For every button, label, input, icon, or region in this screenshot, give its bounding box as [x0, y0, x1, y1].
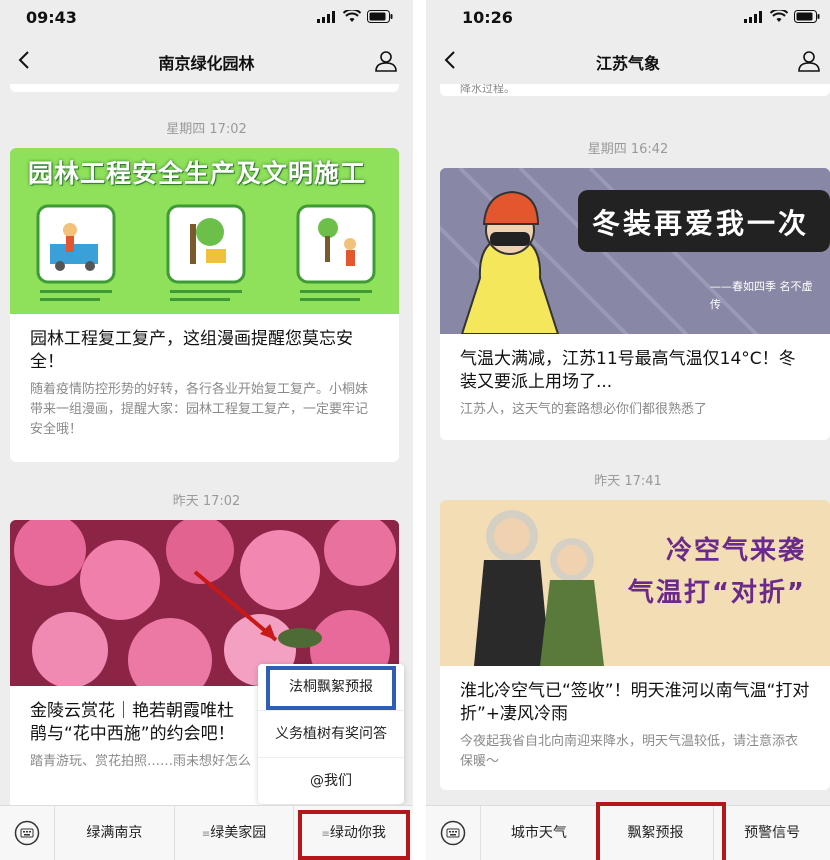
submenu-indicator-icon: ≡: [201, 829, 211, 840]
highlight-box: [266, 666, 396, 710]
right-phone-screen: 10:26 江苏气象 降水过程。 星期四 16:42 冬装再爱我一次 ——春如四…: [426, 0, 830, 860]
menu-item-green-home[interactable]: ≡绿美家园: [173, 806, 294, 860]
article-description: 随着疫情防控形势的好转，各行各业开始复工复产。小桐妹带来一组漫画，提醒大家：园林…: [30, 382, 369, 437]
banner-subtitle: ——春如四季 名不虚传: [710, 280, 813, 311]
keyboard-icon: [14, 820, 40, 846]
article-title[interactable]: 园林工程复工复产，这组漫画提醒您莫忘安全！: [10, 314, 399, 374]
menu-item-city-weather[interactable]: 城市天气: [480, 806, 597, 860]
signal-icon: [744, 10, 762, 23]
submenu-item-at-us[interactable]: @我们: [258, 758, 404, 804]
article-description: 江苏人，这天气的套路想必你们都很熟悉了: [460, 402, 708, 417]
banner-title-line2: 气温打“对折”: [627, 578, 806, 608]
highlight-box: [596, 802, 726, 860]
status-bar: 09:43: [0, 0, 413, 38]
profile-icon[interactable]: [373, 48, 399, 74]
page-title: 南京绿化园林: [158, 54, 255, 73]
comic-panels: [36, 204, 376, 301]
article-banner: 冬装再爱我一次 ——春如四季 名不虚传: [440, 168, 830, 334]
message-list: 降水过程。 星期四 16:42 冬装再爱我一次 ——春如四季 名不虚传 气温大满…: [426, 84, 830, 806]
previous-card-text: 降水过程。: [460, 84, 515, 95]
status-time: 09:43: [26, 8, 77, 27]
timestamp: 昨天 17:02: [172, 494, 241, 509]
wifi-icon: [343, 10, 361, 22]
article-title[interactable]: 淮北冷空气已“签收”！明天淮河以南气温“打对折”+凄风冷雨: [440, 666, 830, 726]
timestamp: 星期四 16:42: [587, 142, 669, 157]
article-banner: [10, 520, 399, 686]
article-card[interactable]: 冬装再爱我一次 ——春如四季 名不虚传 气温大满减，江苏11号最高气温仅14°C…: [440, 168, 830, 440]
article-description: 今夜起我省自北向南迎来降水，明天气温较低，请注意添衣保暖～: [460, 734, 799, 769]
article-banner: 冷空气来袭 气温打“对折”: [440, 500, 830, 666]
nav-bar: 江苏气象: [426, 38, 830, 84]
banner-title-line1: 冷空气来袭: [665, 536, 806, 566]
azalea-photo: [10, 520, 399, 686]
keyboard-toggle[interactable]: [0, 820, 54, 846]
previous-card-edge: 降水过程。: [440, 84, 830, 96]
submenu-item-tree-planting-quiz[interactable]: 义务植树有奖问答: [258, 711, 404, 758]
page-title: 江苏气象: [595, 54, 660, 73]
article-banner: 园林工程安全生产及文明施工: [10, 148, 399, 314]
signal-icon: [317, 10, 335, 23]
nav-bar: 南京绿化园林: [0, 38, 413, 84]
banner-title: 冬装再爱我一次: [592, 207, 810, 240]
status-time: 10:26: [462, 8, 513, 27]
article-card[interactable]: 园林工程安全生产及文明施工 园林工程复工复产，这组漫画提醒您莫忘安全！ 随着疫情…: [10, 148, 399, 462]
timestamp: 昨天 17:41: [594, 474, 662, 489]
keyboard-icon: [440, 820, 466, 846]
battery-icon: [794, 10, 820, 23]
menu-item-green-nanjing[interactable]: 绿满南京: [54, 806, 174, 860]
timestamp: 星期四 17:02: [166, 122, 247, 137]
status-bar: 10:26: [426, 0, 830, 38]
wifi-icon: [770, 10, 788, 22]
profile-icon[interactable]: [796, 48, 822, 74]
battery-icon: [367, 10, 393, 23]
previous-card-edge: [10, 84, 399, 92]
banner-title: 园林工程安全生产及文明施工: [28, 159, 367, 188]
article-card[interactable]: 冷空气来袭 气温打“对折” 淮北冷空气已“签收”！明天淮河以南气温“打对折”+凄…: [440, 500, 830, 790]
highlight-box: [298, 810, 410, 860]
left-phone-screen: 09:43 南京绿化园林 星期四 17:02 园林工程安全生产及文明施工 园林工…: [0, 0, 413, 860]
article-title[interactable]: 气温大满减，江苏11号最高气温仅14°C！冬装又要派上用场了...: [440, 334, 830, 394]
keyboard-toggle[interactable]: [426, 820, 480, 846]
menu-item-warning-signal[interactable]: 预警信号: [713, 806, 830, 860]
